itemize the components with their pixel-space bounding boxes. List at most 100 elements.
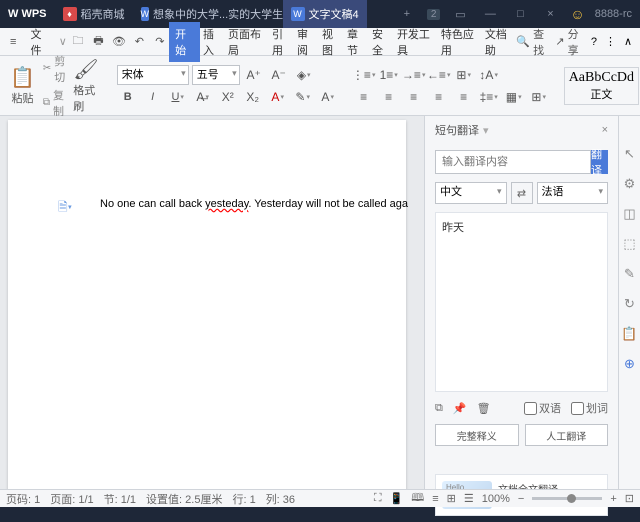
shading-icon[interactable]: ▦	[503, 87, 525, 107]
bold-icon[interactable]: B	[117, 87, 139, 107]
borders-icon[interactable]: ⊞	[528, 87, 550, 107]
document-viewport[interactable]: 🗎▾ No one can call back yesteday. Yester…	[0, 116, 424, 489]
number-list-icon[interactable]: 1≡	[378, 65, 400, 85]
zoom-out-button[interactable]: −	[518, 493, 524, 505]
properties-icon[interactable]: ◫	[623, 206, 635, 222]
font-family-select[interactable]: 宋体	[117, 65, 189, 85]
view-fullscreen-icon[interactable]: ⛶	[374, 492, 382, 505]
settings-icon[interactable]: ⚙	[624, 176, 636, 192]
align-left-icon[interactable]: ≡	[353, 87, 375, 107]
subscript-icon[interactable]: X₂	[242, 87, 264, 107]
align-right-icon[interactable]: ≡	[403, 87, 425, 107]
menu-hamburger-icon[interactable]: ≡	[4, 32, 22, 52]
align-distribute-icon[interactable]: ≡	[453, 87, 475, 107]
preview-icon[interactable]: 👁	[110, 32, 128, 52]
select-tool-icon[interactable]: ↖	[624, 146, 635, 162]
align-center-icon[interactable]: ≡	[378, 87, 400, 107]
share-button[interactable]: ↗ 分享	[555, 26, 582, 58]
zoom-value[interactable]: 100%	[482, 493, 510, 505]
superscript-icon[interactable]: X²	[217, 87, 239, 107]
char-border-icon[interactable]: A	[317, 87, 339, 107]
translate-input[interactable]	[435, 150, 591, 174]
tab-references[interactable]: 引用	[269, 22, 294, 62]
status-page[interactable]: 页码: 1	[6, 491, 40, 507]
translate-rail-icon[interactable]: ⊕	[624, 356, 635, 372]
view-print-icon[interactable]: ≡	[432, 493, 438, 505]
strike-icon[interactable]: A̶	[192, 87, 214, 107]
status-pages[interactable]: 页面: 1/1	[50, 491, 93, 507]
more-icon[interactable]: ⋮	[605, 35, 616, 48]
tab-start[interactable]: 开始	[169, 22, 200, 62]
status-line[interactable]: 行: 1	[232, 491, 255, 507]
tab-review[interactable]: 审阅	[294, 22, 319, 62]
italic-icon[interactable]: I	[142, 87, 164, 107]
pin-icon[interactable]: 📌	[453, 402, 467, 415]
close-button[interactable]: ×	[540, 8, 560, 20]
lang-from-select[interactable]: 中文	[435, 182, 507, 204]
decrease-font-icon[interactable]: A⁻	[268, 65, 290, 85]
annotation-icon[interactable]: ✎	[624, 266, 635, 282]
minimize-button[interactable]: —	[480, 8, 500, 20]
undo-icon[interactable]: ↶	[130, 32, 148, 52]
full-definition-button[interactable]: 完整释义	[435, 424, 519, 446]
view-web-icon[interactable]: ⊞	[447, 492, 456, 505]
tab-devtools[interactable]: 开发工具	[394, 22, 438, 62]
bilingual-checkbox[interactable]: 双语	[524, 400, 561, 416]
lang-to-select[interactable]: 法语	[537, 182, 609, 204]
bullet-list-icon[interactable]: ⋮≡	[353, 65, 375, 85]
translate-button[interactable]: 翻译	[591, 150, 608, 174]
align-justify-icon[interactable]: ≡	[428, 87, 450, 107]
bilingual-check[interactable]	[524, 402, 537, 415]
tab-view[interactable]: 视图	[319, 22, 344, 62]
fit-page-icon[interactable]: ⊡	[625, 492, 634, 505]
search-button[interactable]: 🔍 查找	[516, 26, 547, 58]
increase-font-icon[interactable]: A⁺	[243, 65, 265, 85]
print-icon[interactable]: 🖶	[89, 32, 107, 52]
text-direction-icon[interactable]: ↕A	[478, 65, 500, 85]
notification-badge[interactable]: 2	[427, 9, 441, 20]
segment-checkbox[interactable]: 划词	[571, 400, 608, 416]
misspelled-word[interactable]: yesteday	[205, 198, 248, 210]
swap-languages-button[interactable]: ⇄	[511, 182, 533, 204]
tab-section[interactable]: 章节	[344, 22, 369, 62]
style-normal[interactable]: AaBbCcDd 正文	[564, 67, 639, 105]
copy-button[interactable]: ⧉ 复制	[43, 87, 65, 119]
manual-translate-button[interactable]: 人工翻译	[525, 424, 609, 446]
zoom-thumb[interactable]	[567, 494, 576, 503]
refresh-icon[interactable]: ↻	[624, 296, 635, 312]
style-icon[interactable]: ⬚	[623, 236, 635, 252]
avatar-icon[interactable]: ☺	[570, 6, 584, 22]
new-tab-button[interactable]: +	[397, 8, 417, 20]
status-section[interactable]: 节: 1/1	[104, 491, 136, 507]
view-book-icon[interactable]: 🕮	[411, 489, 424, 508]
tab-features[interactable]: 特色应用	[438, 22, 482, 62]
help-icon[interactable]: ?	[591, 36, 597, 48]
status-col[interactable]: 列: 36	[266, 491, 295, 507]
indent-right-icon[interactable]: →≡	[403, 65, 425, 85]
line-spacing-icon[interactable]: ‡≡	[478, 87, 500, 107]
status-setting[interactable]: 设置值: 2.5厘米	[146, 491, 222, 507]
paste-button[interactable]: 📋粘贴	[6, 63, 39, 108]
collapse-ribbon-icon[interactable]: ∧	[624, 35, 632, 48]
clear-format-icon[interactable]: ◈	[293, 65, 315, 85]
font-color-icon[interactable]: A	[267, 87, 289, 107]
document-page[interactable]: 🗎▾ No one can call back yesteday. Yester…	[8, 120, 406, 489]
view-phone-icon[interactable]: 📱	[390, 492, 404, 505]
tab-dochelper[interactable]: 文档助	[482, 22, 516, 62]
redo-icon[interactable]: ↷	[151, 32, 169, 52]
tab-security[interactable]: 安全	[369, 22, 394, 62]
zoom-in-button[interactable]: +	[610, 493, 616, 505]
copy-result-icon[interactable]: ⧉	[435, 402, 443, 415]
segment-check[interactable]	[571, 402, 584, 415]
tab-insert[interactable]: 插入	[200, 22, 225, 62]
clipboard-rail-icon[interactable]: 📋	[621, 326, 637, 342]
indent-left-icon[interactable]: ←≡	[428, 65, 450, 85]
snap-icon[interactable]: ⊞	[453, 65, 475, 85]
panel-close-button[interactable]: ×	[602, 124, 608, 136]
underline-icon[interactable]: U	[167, 87, 189, 107]
document-text[interactable]: No one can call back yesteday. Yesterday…	[100, 198, 408, 210]
menu-icon[interactable]: ▭	[450, 8, 470, 21]
view-outline-icon[interactable]: ☰	[464, 492, 474, 505]
delete-icon[interactable]: 🗑	[477, 402, 491, 415]
highlight-icon[interactable]: ✎	[292, 87, 314, 107]
